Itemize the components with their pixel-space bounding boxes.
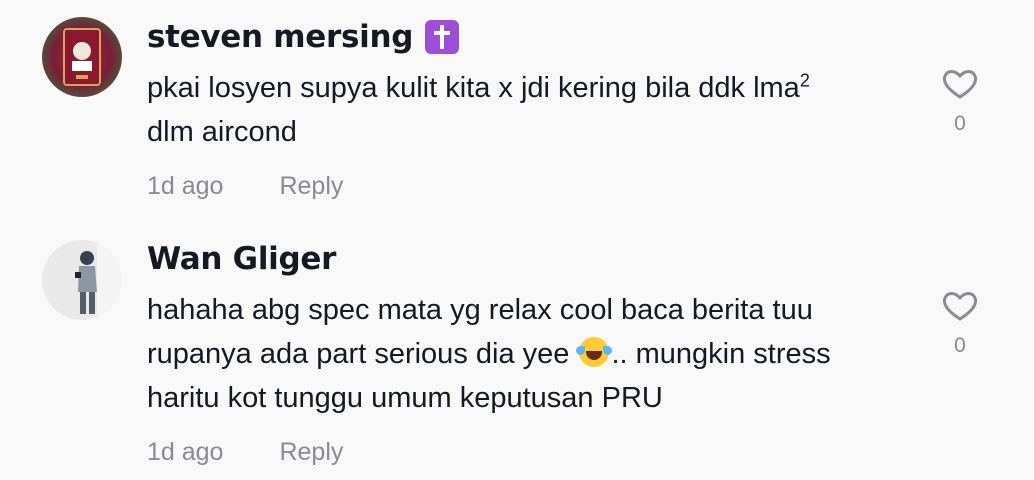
avatar[interactable] [42,240,122,320]
comment-text: hahaha abg spec mata yg relax cool baca … [147,294,831,414]
reply-button[interactable]: Reply [279,438,343,466]
like-button[interactable]: 0 [938,68,982,136]
comment-text: pkai losyen supya kulit kita x jdi kerin… [147,70,810,148]
face-with-tears-of-joy-icon [576,337,613,367]
comment-time: 1d ago [147,438,224,466]
comment-username[interactable]: Wan Gliger [147,241,336,277]
comment-meta: 1d ago Reply [147,438,343,467]
like-count: 0 [954,334,966,357]
comment-meta: 1d ago Reply [147,172,343,201]
comment-username[interactable]: steven mersing [147,19,460,55]
heart-icon[interactable] [942,290,978,322]
like-count: 0 [954,112,966,135]
latin-cross-icon [425,20,460,54]
avatar[interactable] [42,17,122,97]
like-button[interactable]: 0 [938,290,982,358]
comment-time: 1d ago [147,172,224,200]
reply-button[interactable]: Reply [279,172,343,200]
heart-icon[interactable] [942,68,978,100]
